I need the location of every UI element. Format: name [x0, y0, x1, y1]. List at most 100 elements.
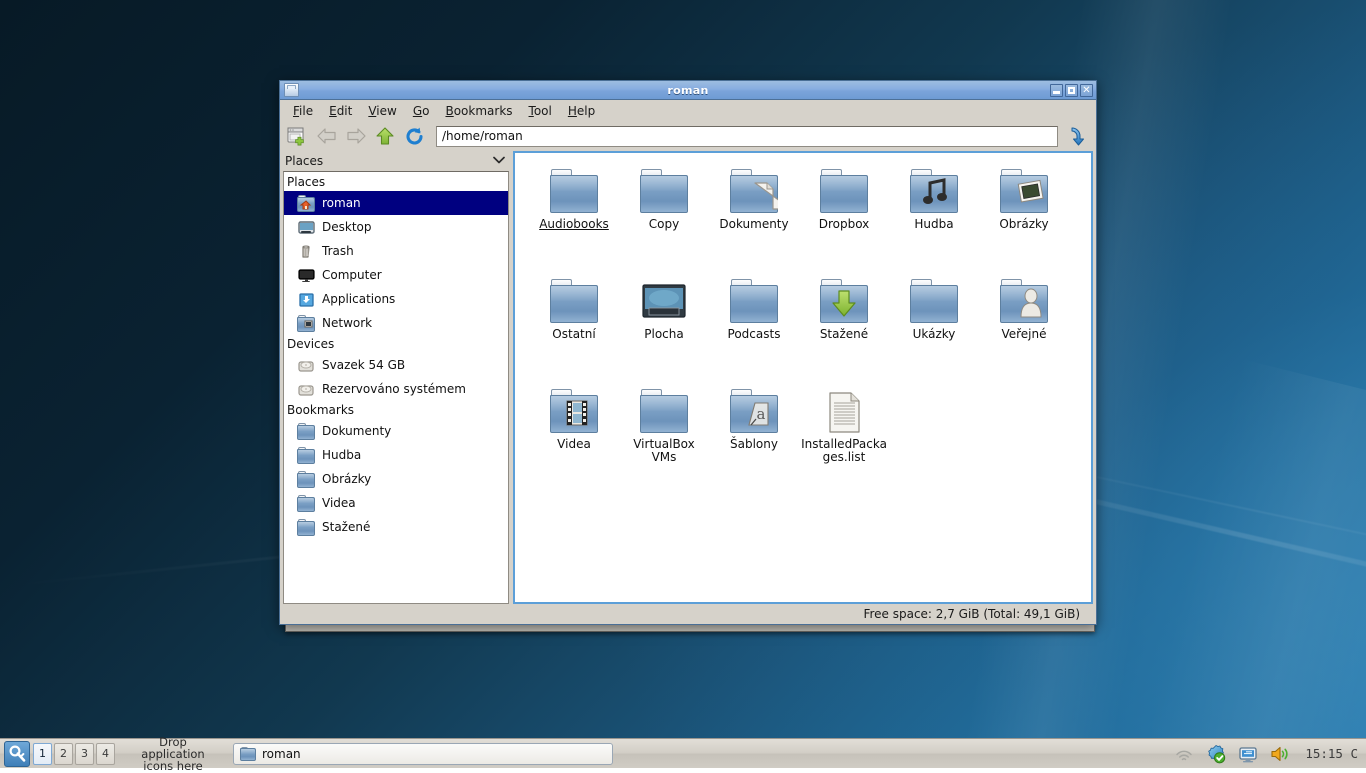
clock[interactable]: 15:15 C [1301, 746, 1358, 761]
sidebar-item-dokumenty[interactable]: Dokumenty [284, 419, 508, 443]
folder-documents-icon [730, 169, 778, 213]
menu-view[interactable]: View [361, 102, 403, 120]
wifi-icon[interactable] [1173, 743, 1195, 765]
menu-view-rest: iew [376, 104, 397, 118]
reload-icon[interactable] [401, 124, 427, 148]
menu-tool-rest: ool [534, 104, 552, 118]
up-arrow-icon[interactable] [372, 124, 398, 148]
workspace-switcher: 1234 [33, 743, 115, 765]
file-item-virtualbox-vms[interactable]: VirtualBox VMs [619, 383, 709, 493]
sidebar-item-sta-en-[interactable]: Stažené [284, 515, 508, 539]
file-item-podcasts[interactable]: Podcasts [709, 273, 799, 383]
folder-icon [297, 519, 315, 536]
file-item-label: Audiobooks [539, 218, 609, 231]
file-item-hudba[interactable]: Hudba [889, 163, 979, 273]
free-space-label: Free space: 2,7 GiB (Total: 49,1 GiB) [863, 607, 1080, 621]
file-list-view[interactable]: Audiobooks Copy Dokumenty Dropbox HudbaObráz… [513, 151, 1093, 604]
file-item-audiobooks[interactable]: Audiobooks [529, 163, 619, 273]
file-item-sta-en-[interactable]: Stažené [799, 273, 889, 383]
new-window-icon[interactable] [285, 124, 311, 148]
back-arrow-icon[interactable] [314, 124, 340, 148]
sidebar-item-label: Network [322, 316, 372, 330]
menu-go-rest: o [422, 104, 429, 118]
menubar: File Edit View Go Bookmarks Tool Help [280, 100, 1096, 121]
file-item-dropbox[interactable]: Dropbox [799, 163, 889, 273]
location-value: /home/roman [442, 129, 523, 143]
folder-icon [297, 447, 315, 464]
file-item-label: Copy [649, 218, 679, 231]
sidebar-item-applications[interactable]: Applications [284, 287, 508, 311]
workspace-button-2[interactable]: 2 [54, 743, 73, 765]
workspace-button-4[interactable]: 4 [96, 743, 115, 765]
text-file-icon [820, 389, 868, 433]
sidebar-item-trash[interactable]: Trash [284, 239, 508, 263]
folder-video-icon [550, 389, 598, 433]
sidebar-item-obr-zky[interactable]: Obrázky [284, 467, 508, 491]
file-item-installedpackages-list[interactable]: InstalledPackages.list [799, 383, 889, 493]
sidebar-item-label: Svazek 54 GB [322, 358, 405, 372]
trash-icon [297, 243, 315, 260]
applications-icon [297, 291, 315, 308]
menu-file[interactable]: File [286, 102, 320, 120]
folder-icon [297, 423, 315, 440]
location-input[interactable]: /home/roman [436, 126, 1058, 147]
menu-go[interactable]: Go [406, 102, 437, 120]
sidebar-item-label: Obrázky [322, 472, 371, 486]
sidebar-item-computer[interactable]: Computer [284, 263, 508, 287]
minimize-button[interactable] [1050, 84, 1063, 97]
sidebar-header[interactable]: Places [283, 151, 509, 171]
sidebar-item-label: roman [322, 196, 361, 210]
sidebar-item-desktop[interactable]: Desktop [284, 215, 508, 239]
sidebar-group-label-bookmarks: Bookmarks [284, 401, 508, 419]
workspace-button-3[interactable]: 3 [75, 743, 94, 765]
sidebar-item-svazek-54-gb[interactable]: Svazek 54 GB [284, 353, 508, 377]
file-item-label: Dokumenty [719, 218, 788, 231]
sidebar-item-label: Dokumenty [322, 424, 391, 438]
volume-icon[interactable] [1269, 743, 1291, 765]
file-item-label: Dropbox [819, 218, 870, 231]
folder-icon [730, 279, 778, 323]
chevron-down-icon[interactable] [493, 156, 505, 167]
maximize-button[interactable] [1065, 84, 1078, 97]
go-down-arrow-icon[interactable] [1065, 124, 1091, 148]
file-item-label: Ostatní [552, 328, 595, 341]
file-item-copy[interactable]: Copy [619, 163, 709, 273]
folder-templates-icon: a [730, 389, 778, 433]
window-controls: ✕ [1050, 84, 1093, 97]
file-item-label: Videa [557, 438, 591, 451]
drop-application-icons-area[interactable]: Drop application icons here [118, 736, 228, 772]
close-button[interactable]: ✕ [1080, 84, 1093, 97]
file-item--ablony[interactable]: aŠablony [709, 383, 799, 493]
sidebar-item-label: Hudba [322, 448, 361, 462]
file-item-plocha[interactable]: Plocha [619, 273, 709, 383]
workspace-button-1[interactable]: 1 [33, 743, 52, 765]
sidebar-item-roman[interactable]: roman [284, 191, 508, 215]
sidebar-item-videa[interactable]: Videa [284, 491, 508, 515]
file-item-ve-ejn-[interactable]: Veřejné [979, 273, 1069, 383]
folder-icon [240, 747, 256, 761]
file-item-dokumenty[interactable]: Dokumenty [709, 163, 799, 273]
sidebar-item-rezervov-no-syst-mem[interactable]: Rezervováno systémem [284, 377, 508, 401]
taskbar-window-button-roman[interactable]: roman [233, 743, 613, 765]
display-icon[interactable] [1237, 743, 1259, 765]
folder-public-icon [1000, 279, 1048, 323]
folder-icon [297, 471, 315, 488]
xfce-menu-icon[interactable] [4, 741, 30, 767]
file-item-videa[interactable]: Videa [529, 383, 619, 493]
sidebar-item-hudba[interactable]: Hudba [284, 443, 508, 467]
svg-text:a: a [757, 405, 766, 423]
menu-edit[interactable]: Edit [322, 102, 359, 120]
menu-help[interactable]: Help [561, 102, 602, 120]
sidebar-group-label-devices: Devices [284, 335, 508, 353]
places-list[interactable]: PlacesromanDesktopTrashComputerApplicati… [283, 171, 509, 604]
updates-icon[interactable] [1205, 743, 1227, 765]
menu-bookmarks[interactable]: Bookmarks [438, 102, 519, 120]
file-item-obr-zky[interactable]: Obrázky [979, 163, 1069, 273]
window-titlebar[interactable]: roman ✕ [280, 81, 1096, 100]
toolbar: /home/roman [280, 121, 1096, 151]
file-item-ostatn-[interactable]: Ostatní [529, 273, 619, 383]
menu-tool[interactable]: Tool [522, 102, 559, 120]
sidebar-item-network[interactable]: Network [284, 311, 508, 335]
forward-arrow-icon[interactable] [343, 124, 369, 148]
file-item-uk-zky[interactable]: Ukázky [889, 273, 979, 383]
